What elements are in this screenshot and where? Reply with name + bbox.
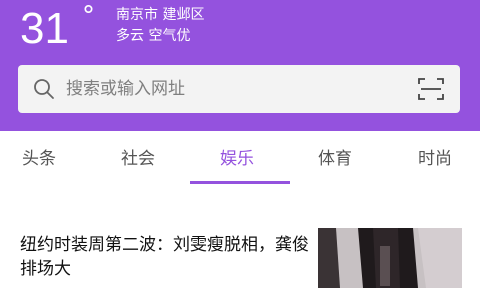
tab-entertainment[interactable]: 娱乐 [220, 148, 254, 170]
weather-header: 31 ° 南京市 建邺区 多云 空气优 [0, 0, 480, 131]
weather-condition: 多云 空气优 [116, 28, 191, 44]
search-icon [34, 79, 54, 99]
tab-fashion[interactable]: 时尚 [418, 148, 452, 170]
scan-icon[interactable] [418, 77, 444, 101]
temperature-unit: ° [82, 1, 95, 31]
tab-headlines[interactable]: 头条 [22, 148, 56, 170]
active-tab-indicator [190, 181, 290, 184]
article-thumbnail[interactable] [318, 228, 462, 288]
tab-society[interactable]: 社会 [121, 148, 155, 170]
search-input[interactable] [66, 65, 406, 113]
search-bar[interactable] [18, 65, 460, 113]
temperature: 31 [20, 4, 69, 53]
article-title[interactable]: 纽约时装周第二波：刘雯瘦脱相，龚俊排场大 [20, 233, 310, 281]
news-article[interactable]: 纽约时装周第二波：刘雯瘦脱相，龚俊排场大 [0, 218, 480, 288]
thumbnail-image [318, 228, 462, 288]
location-label[interactable]: 南京市 建邺区 [116, 6, 204, 24]
category-tabs: 头条 社会 娱乐 体育 时尚 [0, 140, 480, 184]
tab-sports[interactable]: 体育 [318, 148, 352, 170]
